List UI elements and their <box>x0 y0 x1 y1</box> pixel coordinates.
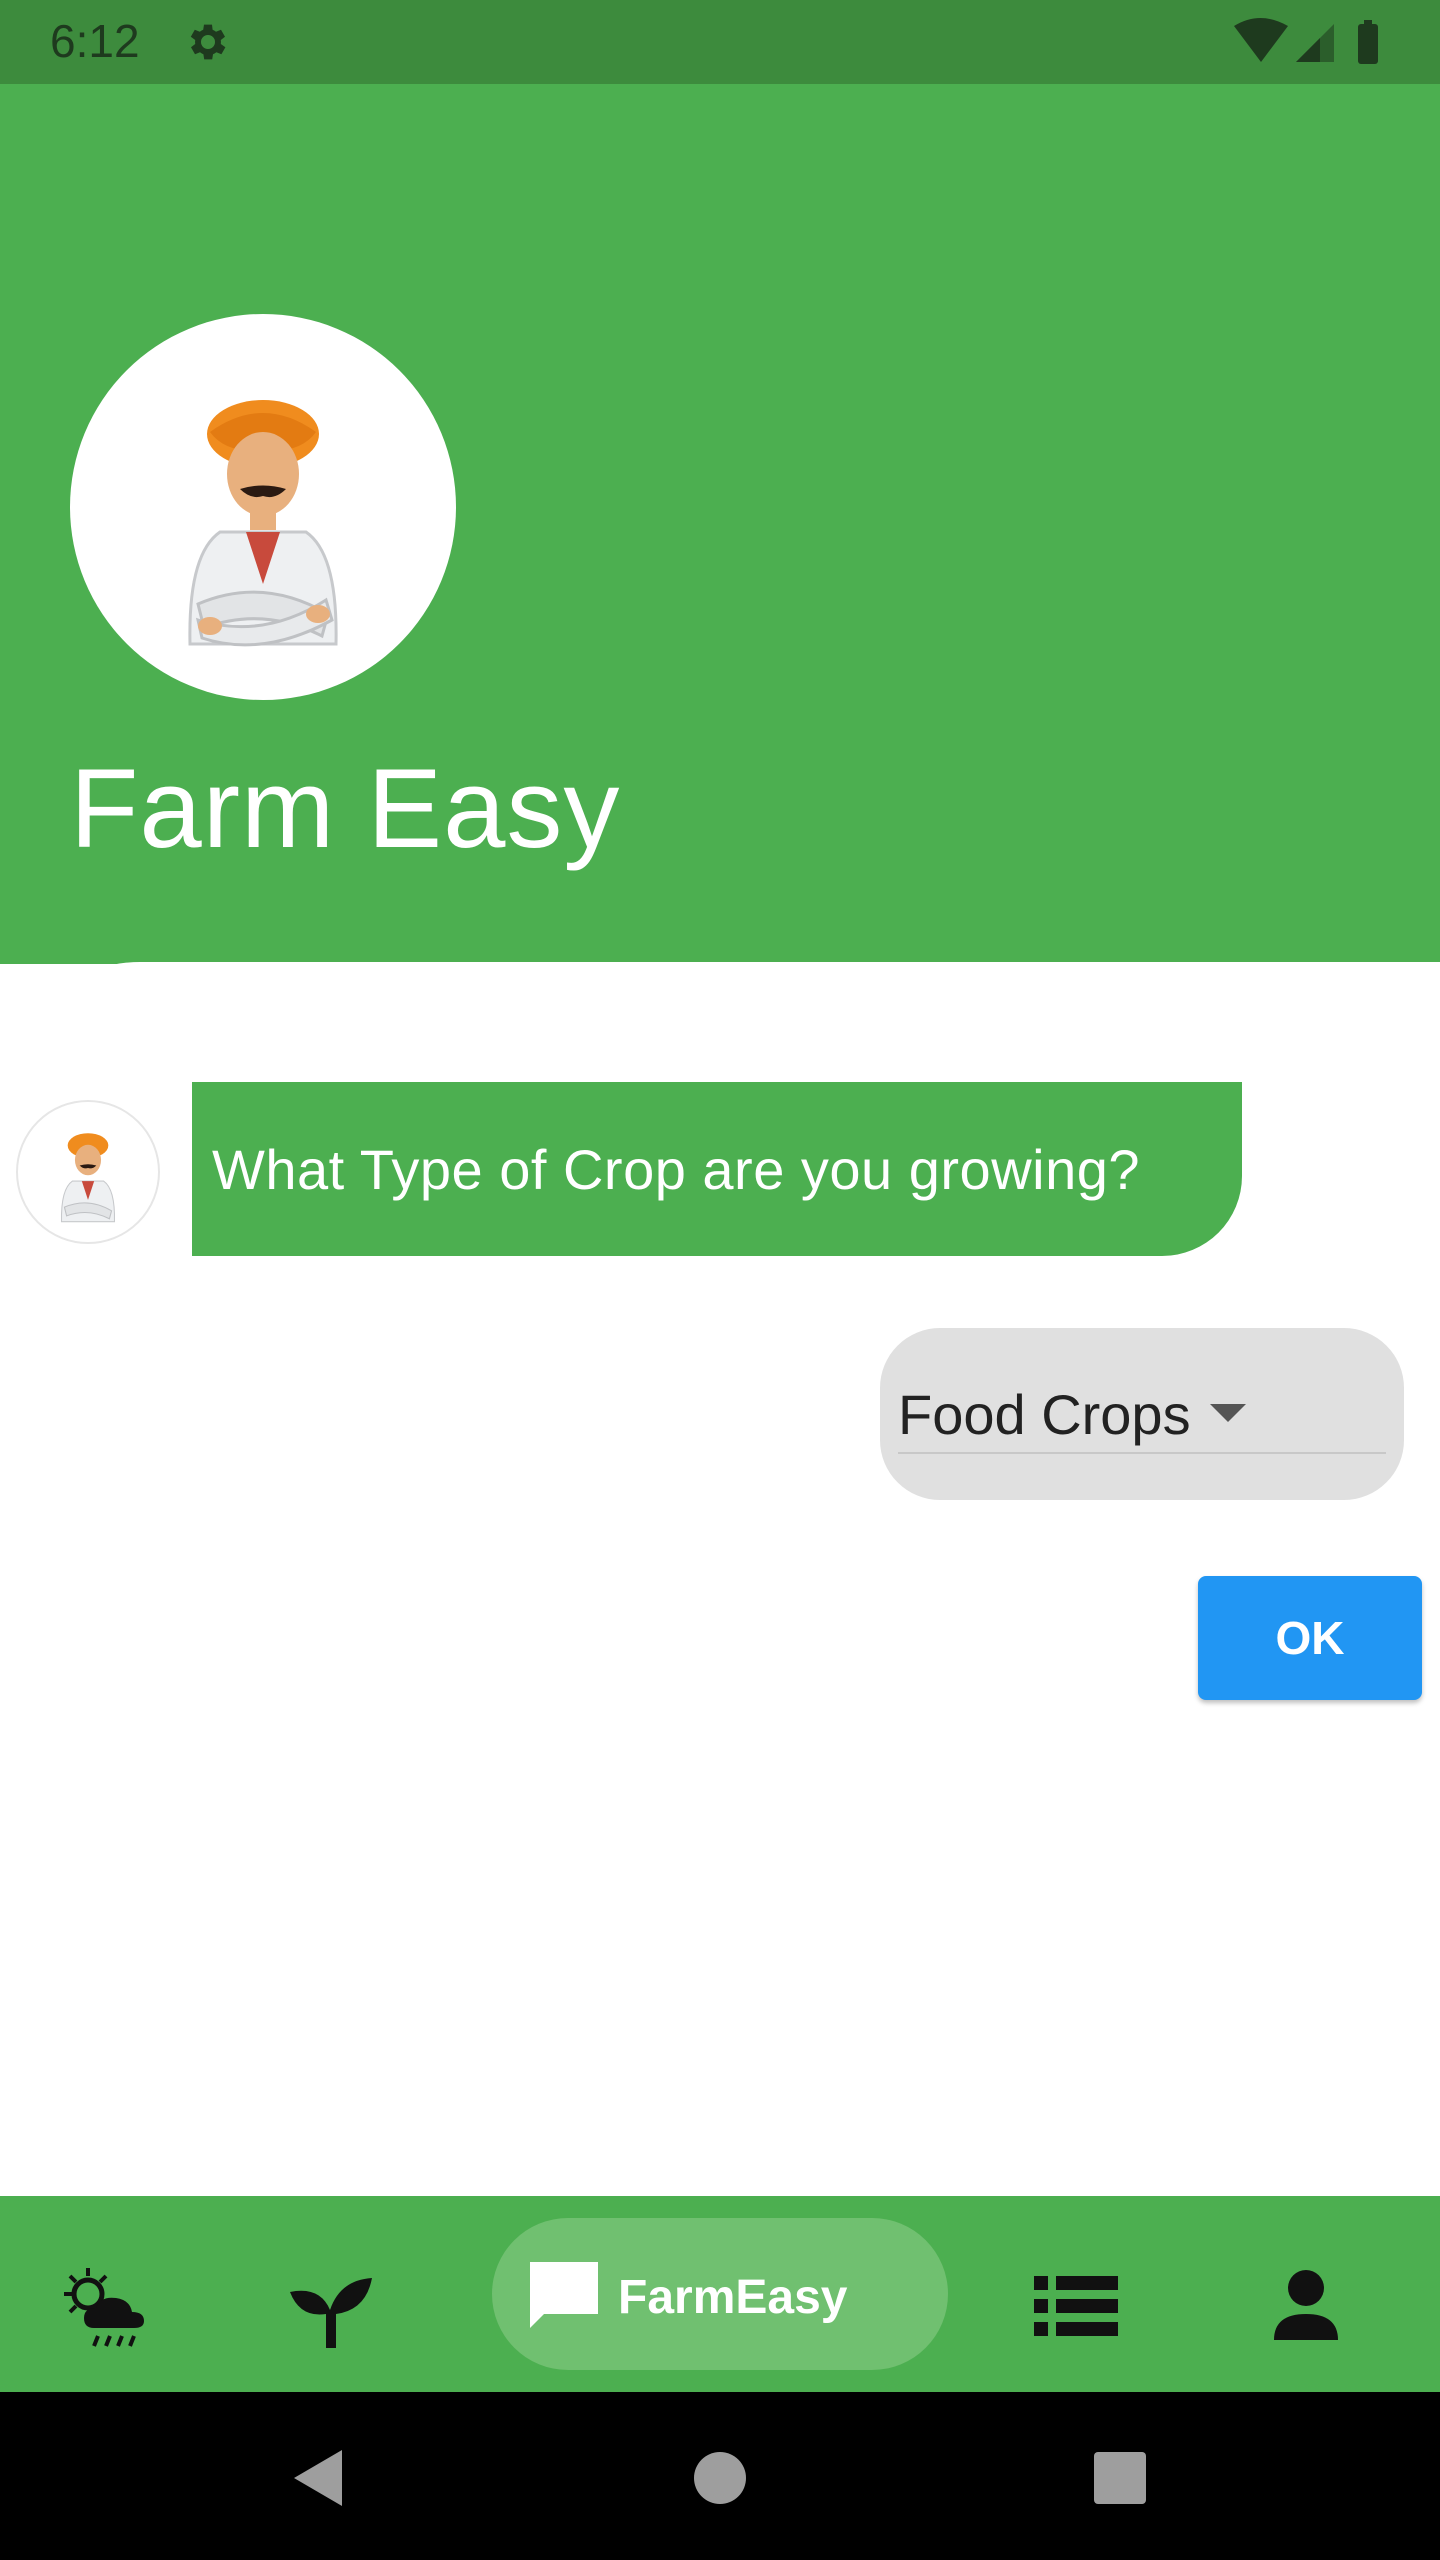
nav-item-list[interactable] <box>1026 2256 1126 2356</box>
recents-icon[interactable] <box>1088 2446 1152 2510</box>
status-bar: 6:12 <box>0 0 1440 84</box>
nav-item-profile[interactable] <box>1256 2256 1356 2356</box>
sprout-icon <box>290 2278 372 2348</box>
bot-message-text: What Type of Crop are you growing? <box>212 1137 1141 1201</box>
reply-bubble: Food Crops <box>880 1328 1404 1500</box>
list-icon <box>1034 2276 1118 2336</box>
bot-message-bubble: What Type of Crop are you growing? <box>192 1082 1242 1256</box>
dropdown-arrow-icon <box>1210 1404 1246 1422</box>
nav-item-weather[interactable] <box>54 2256 154 2356</box>
crop-type-dropdown[interactable]: Food Crops <box>898 1376 1386 1454</box>
nav-item-farmeasy[interactable]: FarmEasy <box>492 2218 948 2370</box>
app-title: Farm Easy <box>70 746 621 871</box>
system-nav-bar <box>0 2392 1440 2560</box>
bottom-nav: FarmEasy <box>0 2196 1440 2392</box>
gear-icon <box>190 24 226 60</box>
crop-type-selected: Food Crops <box>898 1382 1191 1446</box>
status-icons <box>1234 18 1378 64</box>
nav-item-crops[interactable] <box>280 2256 380 2356</box>
battery-icon <box>1358 20 1378 64</box>
person-icon <box>1274 2270 1338 2340</box>
signal-icon <box>1296 24 1334 62</box>
farmer-avatar <box>70 314 456 700</box>
wifi-icon <box>1234 18 1288 62</box>
ok-button[interactable]: OK <box>1198 1576 1422 1700</box>
status-time: 6:12 <box>50 15 140 67</box>
nav-item-farmeasy-label: FarmEasy <box>618 2271 848 2324</box>
app-header: Farm Easy <box>0 84 1440 964</box>
bot-avatar <box>16 1100 160 1244</box>
weather-icon <box>64 2268 144 2347</box>
home-icon[interactable] <box>688 2446 752 2510</box>
chat-icon <box>530 2262 598 2328</box>
back-icon[interactable] <box>286 2446 350 2510</box>
